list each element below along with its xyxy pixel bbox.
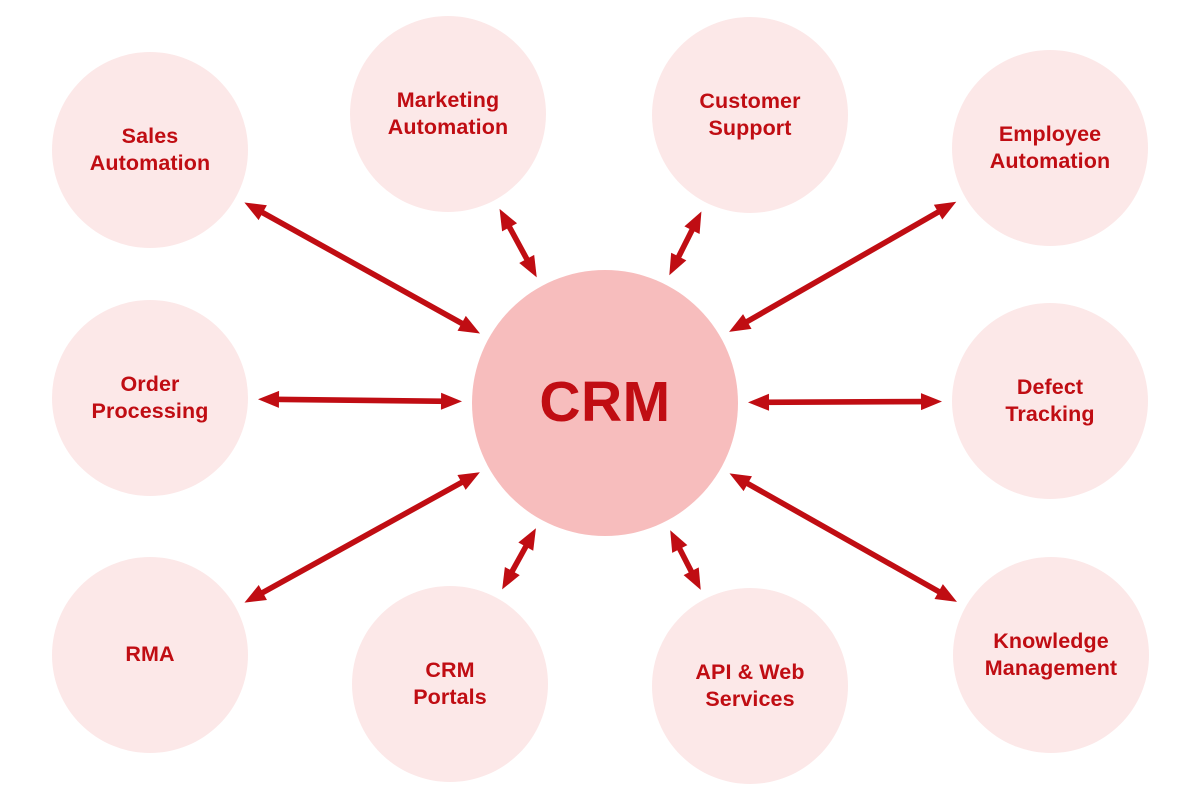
arrowhead-customer-support-crm-from bbox=[684, 211, 702, 235]
arrowhead-employee-automation-crm-from bbox=[933, 201, 957, 220]
node-label-sales-automation: Sales Automation bbox=[89, 123, 211, 175]
arrowhead-customer-support-crm-to bbox=[669, 252, 687, 276]
arrowhead-crm-portals-crm-from bbox=[502, 566, 520, 590]
arrowhead-sales-automation-crm-from bbox=[244, 202, 267, 221]
node-label-knowledge-management: Knowledge Management bbox=[984, 628, 1118, 680]
arrowhead-rma-crm-to bbox=[457, 472, 480, 490]
node-defect-tracking[interactable]: Defect Tracking bbox=[952, 303, 1148, 499]
node-label-marketing-automation: Marketing Automation bbox=[387, 87, 509, 139]
connector-shaft bbox=[503, 219, 533, 267]
node-crm-portals[interactable]: CRM Portals bbox=[352, 586, 548, 782]
node-customer-support[interactable]: Customer Support bbox=[652, 17, 848, 213]
node-label-defect-tracking: Defect Tracking bbox=[1005, 374, 1095, 426]
connector-marketing-automation-crm bbox=[499, 208, 537, 278]
connector-crm-portals-crm bbox=[502, 528, 536, 590]
arrowhead-order-processing-crm-from bbox=[257, 390, 280, 408]
connector-shaft bbox=[255, 476, 470, 599]
connector-shaft bbox=[739, 206, 946, 328]
connector-order-processing-crm bbox=[257, 390, 463, 410]
connector-knowledge-management-crm bbox=[729, 473, 957, 602]
connector-sales-automation-crm bbox=[244, 202, 481, 334]
arrowhead-sales-automation-crm-to bbox=[457, 315, 481, 334]
arrowhead-api-web-services-crm-to bbox=[670, 530, 688, 553]
arrowhead-marketing-automation-crm-from bbox=[499, 208, 518, 232]
node-employee-automation[interactable]: Employee Automation bbox=[952, 50, 1148, 246]
node-api-web-services[interactable]: API & Web Services bbox=[652, 588, 848, 784]
node-order-processing[interactable]: Order Processing bbox=[52, 300, 248, 496]
connector-shaft bbox=[271, 396, 449, 405]
connector-api-web-services-crm bbox=[670, 530, 701, 590]
node-marketing-automation[interactable]: Marketing Automation bbox=[350, 16, 546, 212]
crm-hub-diagram: Sales Automation Marketing Automation Cust… bbox=[0, 0, 1200, 800]
node-label-customer-support: Customer Support bbox=[699, 88, 801, 140]
node-label-crm: CRM bbox=[539, 370, 671, 435]
connector-shaft bbox=[740, 477, 947, 598]
node-rma[interactable]: RMA bbox=[52, 557, 248, 753]
arrowhead-defect-tracking-crm-from bbox=[920, 393, 942, 411]
connector-defect-tracking-crm bbox=[748, 393, 942, 411]
arrowhead-api-web-services-crm-from bbox=[683, 567, 701, 590]
connector-employee-automation-crm bbox=[729, 201, 957, 332]
connector-rma-crm bbox=[244, 472, 480, 603]
node-label-api-web-services: API & Web Services bbox=[695, 659, 805, 711]
connector-shaft bbox=[761, 398, 929, 406]
connector-shaft bbox=[254, 206, 470, 330]
arrowhead-knowledge-management-crm-from bbox=[934, 584, 957, 602]
connector-shaft bbox=[506, 538, 532, 579]
arrowhead-employee-automation-crm-to bbox=[729, 314, 752, 332]
connector-customer-support-crm bbox=[669, 211, 702, 276]
arrowhead-defect-tracking-crm-to bbox=[748, 393, 770, 411]
arrowhead-order-processing-crm-to bbox=[440, 392, 463, 410]
arrowhead-rma-crm-from bbox=[244, 585, 267, 603]
node-label-employee-automation: Employee Automation bbox=[989, 121, 1111, 173]
node-label-order-processing: Order Processing bbox=[91, 371, 209, 423]
node-sales-automation[interactable]: Sales Automation bbox=[52, 52, 248, 248]
arrowhead-crm-portals-crm-to bbox=[518, 528, 536, 551]
arrowhead-marketing-automation-crm-to bbox=[519, 254, 537, 278]
node-knowledge-management[interactable]: Knowledge Management bbox=[953, 557, 1149, 753]
node-label-crm-portals: CRM Portals bbox=[413, 657, 487, 709]
node-crm[interactable]: CRM bbox=[472, 270, 738, 536]
connector-shaft bbox=[672, 222, 698, 265]
node-label-rma: RMA bbox=[125, 642, 175, 667]
arrowhead-knowledge-management-crm-to bbox=[729, 473, 752, 492]
connector-shaft bbox=[673, 541, 698, 580]
